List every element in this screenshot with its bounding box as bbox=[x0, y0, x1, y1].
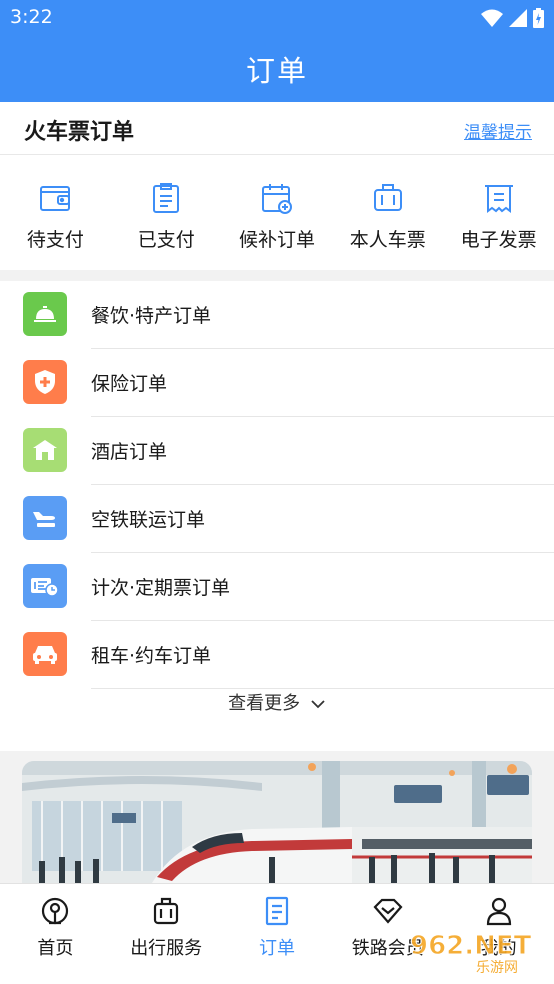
watermark-subtext: 乐游网 bbox=[476, 960, 518, 976]
status-time: 3:22 bbox=[10, 6, 53, 28]
quick-action-waitlist[interactable]: 候补订单 bbox=[222, 155, 333, 270]
wifi-icon bbox=[481, 9, 503, 27]
train-logo-icon bbox=[42, 897, 69, 925]
quick-action-label: 电子发票 bbox=[460, 229, 537, 251]
order-icon bbox=[23, 564, 67, 608]
status-bar: 3:22 bbox=[0, 0, 554, 36]
tab-label: 首页 bbox=[37, 938, 74, 959]
order-item-dining[interactable]: 餐饮·特产订单 bbox=[0, 281, 554, 349]
order-icon bbox=[23, 632, 67, 676]
quick-action-label: 本人车票 bbox=[349, 229, 426, 251]
luggage-icon bbox=[154, 897, 179, 925]
quick-action-e-invoice[interactable]: 电子发票 bbox=[443, 155, 554, 270]
plane-train-icon bbox=[33, 512, 55, 527]
watermark-text: 962.NET bbox=[410, 931, 532, 961]
wallet-icon bbox=[40, 186, 71, 211]
page-title: 订单 bbox=[245, 54, 308, 88]
battery-icon bbox=[533, 8, 544, 28]
shield-plus-icon bbox=[35, 370, 55, 394]
order-icon bbox=[23, 496, 67, 540]
diamond-icon bbox=[373, 898, 403, 924]
app-bar: 订单 bbox=[0, 36, 554, 102]
order-item-insurance[interactable]: 保险订单 bbox=[0, 349, 554, 417]
section-title: 火车票订单 bbox=[24, 120, 135, 145]
watermark-logo: 962.NET 乐游网 bbox=[406, 924, 546, 980]
ticket-clock-icon bbox=[31, 578, 59, 597]
tips-link[interactable]: 温馨提示 bbox=[464, 118, 532, 143]
view-more-label: 查看更多 bbox=[228, 693, 301, 714]
other-orders-list: 餐饮·特产订单 保险订单 酒店订单 空铁联运订单 计次·定期票订单 租车·约车订 bbox=[0, 281, 554, 751]
calendar-add-icon bbox=[261, 184, 292, 214]
order-icon bbox=[23, 360, 67, 404]
train-ticket-orders-header: 火车票订单 温馨提示 bbox=[0, 102, 554, 155]
quick-action-paid[interactable]: 已支付 bbox=[111, 155, 222, 270]
train-station-illustration bbox=[22, 761, 532, 883]
quick-action-label: 待支付 bbox=[26, 229, 84, 251]
luggage-icon bbox=[373, 184, 402, 211]
view-more-button[interactable]: 查看更多 bbox=[0, 689, 554, 715]
chevron-down-icon bbox=[311, 700, 325, 709]
order-icon bbox=[23, 428, 67, 472]
order-label: 保险订单 bbox=[91, 373, 168, 395]
clipboard-icon bbox=[153, 183, 180, 213]
tab-orders[interactable]: 订单 bbox=[222, 884, 333, 984]
order-label: 计次·定期票订单 bbox=[91, 577, 231, 599]
quick-action-my-tickets[interactable]: 本人车票 bbox=[332, 155, 443, 270]
watermark-graphic: 962.NET 乐游网 bbox=[410, 931, 533, 977]
quick-action-label: 候补订单 bbox=[238, 229, 315, 251]
tab-travel-services[interactable]: 出行服务 bbox=[111, 884, 222, 984]
order-label: 空铁联运订单 bbox=[91, 509, 206, 531]
dining-bell-icon bbox=[34, 306, 56, 322]
quick-action-pending-payment[interactable]: 待支付 bbox=[0, 155, 111, 270]
order-label: 租车·约车订单 bbox=[91, 645, 212, 667]
car-icon bbox=[33, 646, 57, 664]
order-item-car-rental[interactable]: 租车·约车订单 bbox=[0, 621, 554, 689]
order-item-hotel[interactable]: 酒店订单 bbox=[0, 417, 554, 485]
order-label: 餐饮·特产订单 bbox=[91, 305, 212, 327]
order-item-period-ticket[interactable]: 计次·定期票订单 bbox=[0, 553, 554, 621]
hotel-icon bbox=[33, 440, 57, 460]
tab-label: 出行服务 bbox=[130, 938, 203, 959]
order-icon bbox=[23, 292, 67, 336]
receipt-icon bbox=[484, 185, 513, 213]
status-icons bbox=[481, 8, 544, 28]
order-label: 酒店订单 bbox=[91, 441, 168, 463]
quick-actions: 待支付 已支付 候补订单 本人车票 电子发票 bbox=[0, 155, 554, 270]
user-icon bbox=[486, 897, 511, 926]
tab-label: 订单 bbox=[258, 938, 295, 959]
order-document-icon bbox=[265, 896, 289, 926]
quick-action-label: 已支付 bbox=[137, 229, 195, 251]
tab-home[interactable]: 首页 bbox=[0, 884, 111, 984]
promo-banner[interactable] bbox=[22, 761, 532, 883]
signal-icon bbox=[509, 9, 527, 27]
order-item-air-rail[interactable]: 空铁联运订单 bbox=[0, 485, 554, 553]
